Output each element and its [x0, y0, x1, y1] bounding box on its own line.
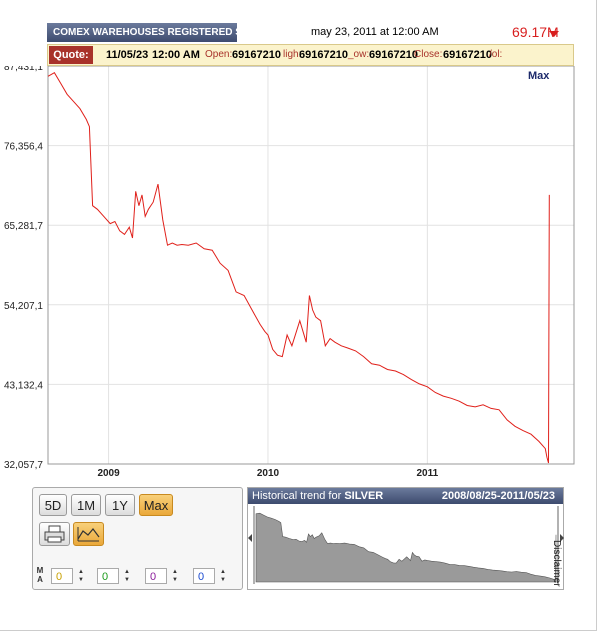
open-label: Open: — [205, 49, 233, 60]
ma-spinner-2-icon[interactable]: ▲ ▼ — [121, 568, 133, 584]
quote-bar: Quote: 11/05/23 12:00 AM Open: 69167210 … — [47, 44, 574, 66]
current-date: may 23, 2011 at 12:00 AM — [311, 26, 439, 38]
ma-input-4[interactable]: 0 — [193, 568, 215, 584]
y-tick-label: 32,057,7 — [4, 460, 43, 471]
ma-input-3[interactable]: 0 — [145, 568, 167, 584]
x-axis: 2009 2010 2011 — [97, 468, 438, 479]
period-5d-button[interactable]: 5D — [39, 494, 67, 516]
ma-input-2[interactable]: 0 — [97, 568, 119, 584]
historical-trend-title: Historical trend for SILVER — [252, 490, 384, 502]
period-max-button[interactable]: Max — [139, 494, 173, 516]
quote-label: Quote: — [49, 46, 93, 64]
chart-grid — [48, 66, 574, 464]
price-chart[interactable]: 87,431,1 76,356,4 65,281,7 54,207,1 43,132,4… — [0, 66, 606, 486]
historical-symbol: SILVER — [344, 490, 384, 502]
period-1y-button[interactable]: 1Y — [105, 494, 135, 516]
y-tick-label: 87,431,1 — [4, 66, 43, 73]
historical-range: 2008/08/25-2011/05/23 — [441, 490, 555, 502]
quote-time: 12:00 AM — [152, 49, 200, 61]
y-tick-label: 54,207,1 — [4, 301, 43, 312]
ma-input-1[interactable]: 0 — [51, 568, 73, 584]
y-tick-label: 43,132,4 — [4, 380, 43, 391]
historical-trend-chart[interactable] — [248, 504, 565, 592]
quote-date: 11/05/23 — [106, 49, 149, 61]
low-value: 69167210 — [369, 49, 418, 61]
historical-trend-area — [255, 512, 557, 583]
series-line — [47, 72, 550, 464]
chart-title-tab: COMEX WAREHOUSES REGISTERED S — [47, 23, 237, 42]
close-label: Close: — [414, 49, 443, 60]
x-tick-label: 2010 — [257, 468, 280, 479]
plot-area-border — [47, 66, 575, 465]
x-tick-label: 2011 — [417, 468, 439, 479]
chart-controls-panel: 5D 1M 1Y Max M A 0 ▲ ▼ 0 ▲ ▼ 0 ▲ ▼ 0 ▲ ▼ — [32, 487, 243, 590]
open-value: 69167210 — [232, 49, 281, 61]
high-value: 69167210 — [299, 49, 348, 61]
left-handle-arrow-icon — [248, 534, 252, 542]
close-value: 69167210 — [443, 49, 492, 61]
historical-trend-header: Historical trend for SILVER 2008/08/25-2… — [248, 488, 563, 504]
low-label: _ow: — [348, 49, 370, 60]
ma-spinner-3-icon[interactable]: ▲ ▼ — [169, 568, 181, 584]
print-icon — [44, 525, 65, 543]
x-tick-label: 2009 — [97, 468, 120, 479]
ma-spinner-4-icon[interactable]: ▲ ▼ — [217, 568, 229, 584]
print-button[interactable] — [39, 522, 70, 546]
moving-average-label: M A — [36, 566, 44, 584]
historical-trend-panel[interactable]: Historical trend for SILVER 2008/08/25-2… — [247, 487, 564, 590]
disclaimer-link[interactable]: Disclaimer — [551, 540, 562, 587]
period-1m-button[interactable]: 1M — [71, 494, 101, 516]
vol-label: /ol: — [489, 49, 503, 60]
line-chart-type-button[interactable] — [73, 522, 104, 546]
ma-spinner-1-icon[interactable]: ▲ ▼ — [75, 568, 87, 584]
y-tick-label: 65,281,7 — [4, 221, 43, 232]
y-axis: 87,431,1 76,356,4 65,281,7 54,207,1 43,132,4… — [4, 66, 43, 471]
line-chart-icon — [77, 527, 100, 542]
down-arrow-icon — [549, 31, 559, 37]
y-tick-label: 76,356,4 — [4, 142, 43, 153]
